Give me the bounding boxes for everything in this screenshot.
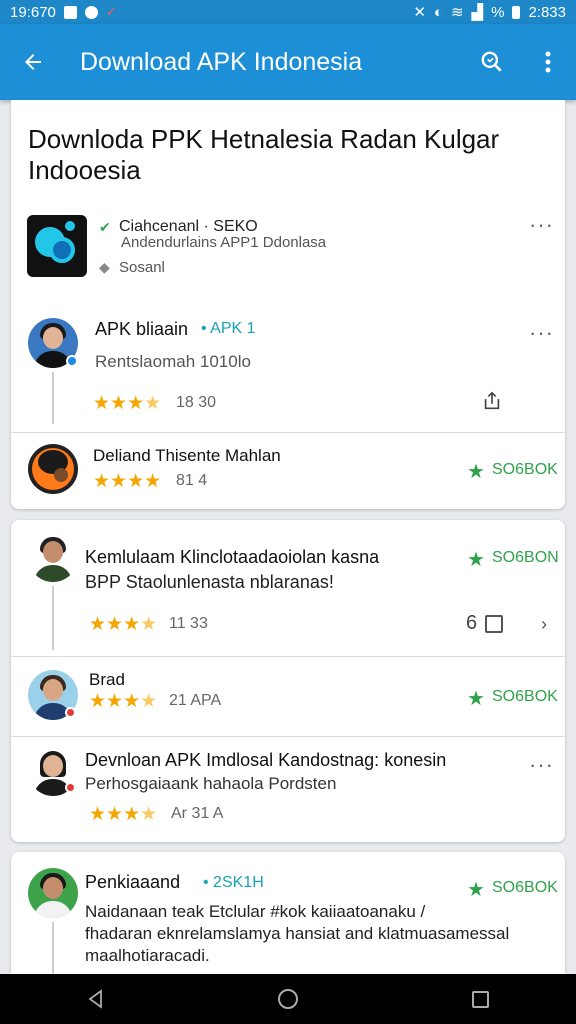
share-icon[interactable] <box>481 390 503 417</box>
review-count: 18 30 <box>176 394 217 411</box>
reply-count: 6 <box>466 612 478 634</box>
app-more-icon[interactable]: ··· <box>529 212 554 238</box>
more-vert-icon[interactable] <box>520 24 576 100</box>
review-badge[interactable]: SO6BON <box>492 549 559 567</box>
arrow-left-icon[interactable] <box>0 24 66 100</box>
avatar[interactable] <box>28 868 78 918</box>
wifi-icon: ≋ <box>450 4 464 21</box>
nav-home-icon[interactable] <box>268 979 308 1019</box>
tag-icon: ◆ <box>99 259 110 275</box>
sync-icon: ◐ <box>433 3 443 21</box>
review-badge[interactable]: SO6BOK <box>492 688 558 706</box>
review-author[interactable]: Penkiaaand <box>85 872 180 893</box>
chevron-right-icon[interactable]: › <box>541 614 547 635</box>
review-tag: • 2SK1H <box>203 874 264 891</box>
star-badge-icon: ★ <box>467 688 485 710</box>
review-text-line: maalhotiaracadi. <box>85 946 210 965</box>
star-rating: ★★★★ <box>89 691 158 712</box>
review-more-icon[interactable]: ··· <box>529 752 554 778</box>
review-author[interactable]: Devnloan APK Imdlosal Kandostnag: konesi… <box>85 750 446 771</box>
star-badge-icon: ★ <box>467 549 485 571</box>
star-rating: ★★★★ <box>93 471 162 492</box>
app-notification-icon <box>84 5 98 19</box>
reviews-card: Kemlulaam Klinclotaadaoiolan kasna BPP S… <box>11 520 565 842</box>
signal-percent: % <box>491 3 505 21</box>
review-count: 11 33 <box>169 615 208 632</box>
app-bar-title: Download APK Indonesia <box>80 47 363 76</box>
divider <box>11 656 565 657</box>
review-count: Ar 31 A <box>171 805 224 822</box>
verified-icon: ✔ <box>99 219 111 235</box>
verified-badge <box>66 355 78 367</box>
status-time: 19:670 <box>10 3 56 21</box>
app-meta: Sosanl <box>119 259 165 276</box>
app-bar: Download APK Indonesia <box>0 24 576 100</box>
review-count: 81 4 <box>176 472 208 489</box>
avatar[interactable] <box>28 532 78 582</box>
divider <box>11 736 565 737</box>
status-bar: 19:670 ✓ ✕ ◐ ≋ ▟ % 2:833 <box>0 0 576 24</box>
app-detail-card: Downloda PPK Hetnalesia Radan Kulgar Ind… <box>11 100 565 509</box>
review-author[interactable]: Brad <box>89 670 125 690</box>
divider <box>11 432 565 433</box>
app-subtitle: Andendurlains APP1 Ddonlasa <box>121 234 327 251</box>
app-logo-icon[interactable] <box>27 215 87 277</box>
review-more-icon[interactable]: ··· <box>529 320 554 346</box>
page-heading: Downloda PPK Hetnalesia Radan Kulgar Ind… <box>28 124 500 185</box>
star-badge-icon: ★ <box>467 879 485 901</box>
review-count: 21 APA <box>169 692 222 709</box>
review-badge[interactable]: SO6BOK <box>492 461 558 479</box>
review-text: BPP Staolunlenasta nblaranas! <box>85 572 334 592</box>
star-badge-icon: ★ <box>467 461 485 483</box>
review-badge[interactable]: SO6BOK <box>492 879 558 897</box>
review-author[interactable]: Deliand Thisente Mahlan <box>93 446 281 466</box>
flag-icon: ✓ <box>105 4 117 19</box>
review-text-line: fhadaran eknrelamslamya hansiat and klat… <box>85 924 510 943</box>
system-nav-bar <box>0 974 576 1024</box>
review-text: Rentslaomah 1010lo <box>95 352 251 371</box>
thread-line <box>52 372 54 424</box>
review-text: Perhosgaiaank hahaola Pordsten <box>85 774 337 793</box>
battery-icon <box>512 5 521 19</box>
review-author[interactable]: Kemlulaam Klinclotaadaoiolan kasna <box>85 547 379 568</box>
comment-icon[interactable] <box>485 615 503 633</box>
star-rating: ★★★★ <box>93 393 162 414</box>
mute-icon: ✕ <box>413 4 426 21</box>
review-tag: • APK 1 <box>201 320 256 337</box>
thread-line <box>52 586 54 650</box>
signal-icon: ▟ <box>471 4 484 21</box>
search-icon[interactable] <box>464 24 520 100</box>
star-rating: ★★★★ <box>89 614 158 635</box>
review-author[interactable]: APK bliaain <box>95 319 188 340</box>
star-rating: ★★★★ <box>89 804 158 825</box>
status-dot <box>65 707 76 718</box>
status-dot <box>65 782 76 793</box>
notification-icon <box>63 5 77 19</box>
nav-recents-icon[interactable] <box>460 979 500 1019</box>
avatar[interactable] <box>28 444 78 494</box>
nav-back-icon[interactable] <box>76 979 116 1019</box>
battery-text: 2:833 <box>528 3 566 21</box>
review-text-line: Naidanaan teak Etclular #kok kaiiaatoana… <box>85 902 426 921</box>
